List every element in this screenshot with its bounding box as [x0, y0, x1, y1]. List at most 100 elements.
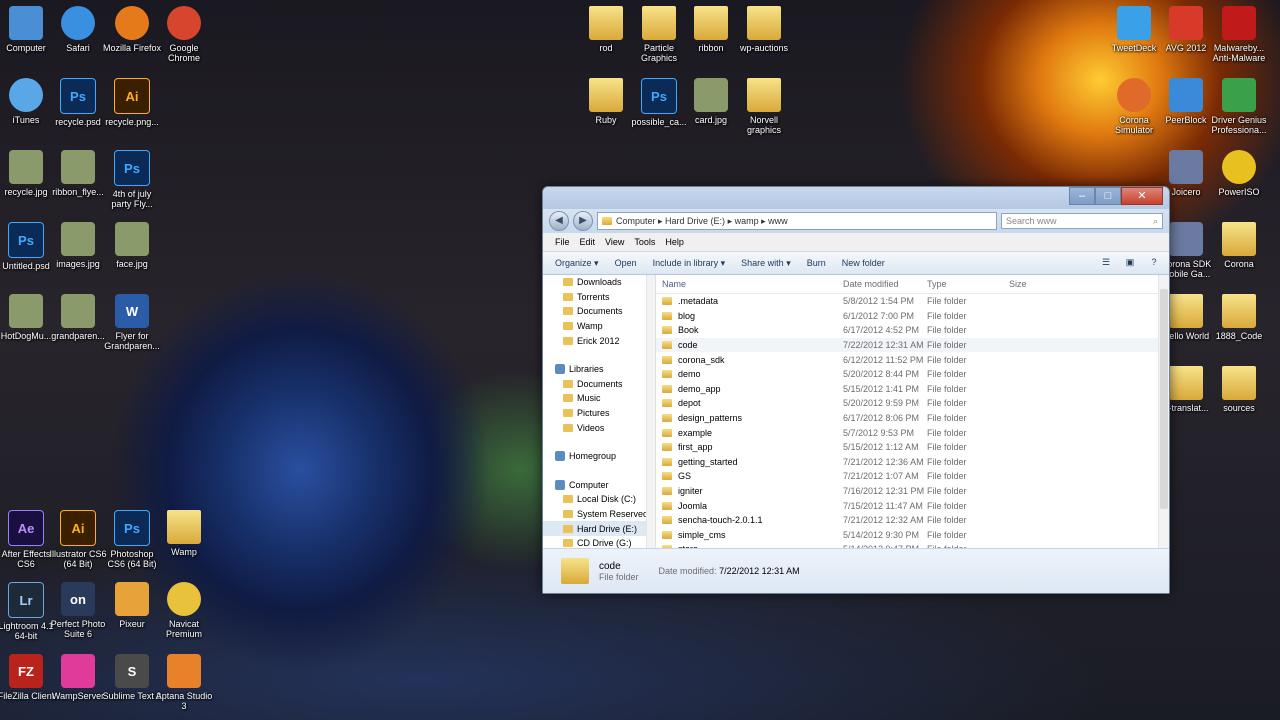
- desktop-shortcut[interactable]: Safari: [48, 6, 108, 53]
- desktop-shortcut[interactable]: sources: [1209, 366, 1269, 413]
- desktop-shortcut[interactable]: Ai recycle.png...: [102, 78, 162, 127]
- desktop-shortcut[interactable]: S Sublime Text 2: [102, 654, 162, 701]
- table-row[interactable]: code 7/22/2012 12:31 AM File folder: [656, 337, 1169, 353]
- table-row[interactable]: Joomla 7/15/2012 11:47 AM File folder: [656, 498, 1169, 513]
- column-type[interactable]: Type: [927, 279, 1009, 289]
- include-in-library-button[interactable]: Include in library ▾: [653, 258, 726, 269]
- nav-item-library[interactable]: Music: [543, 391, 655, 406]
- table-row[interactable]: Book 6/17/2012 4:52 PM File folder: [656, 323, 1169, 338]
- nav-item-favorite[interactable]: Torrents: [543, 290, 655, 305]
- desktop-shortcut[interactable]: Corona: [1209, 222, 1269, 269]
- share-with-button[interactable]: Share with ▾: [741, 258, 791, 269]
- maximize-button[interactable]: □: [1095, 187, 1121, 205]
- desktop-shortcut[interactable]: Google Chrome: [154, 6, 214, 63]
- nav-item-library[interactable]: Videos: [543, 420, 655, 435]
- desktop-shortcut[interactable]: wp-auctions: [734, 6, 794, 53]
- minimize-button[interactable]: –: [1069, 187, 1095, 205]
- desktop-shortcut[interactable]: Wamp: [154, 510, 214, 557]
- desktop-shortcut[interactable]: Navicat Premium: [154, 582, 214, 639]
- back-button[interactable]: ◀: [549, 211, 569, 231]
- column-date[interactable]: Date modified: [843, 279, 927, 289]
- search-input[interactable]: Search www ⌕: [1001, 213, 1163, 229]
- breadcrumb-item[interactable]: www: [768, 216, 788, 226]
- nav-item-computer[interactable]: Computer: [543, 478, 655, 493]
- close-button[interactable]: ✕: [1121, 187, 1163, 205]
- desktop-shortcut[interactable]: grandparen...: [48, 294, 108, 341]
- table-row[interactable]: sencha-touch-2.0.1.1 7/21/2012 12:32 AM Fi…: [656, 513, 1169, 528]
- desktop-shortcut[interactable]: Mozilla Firefox: [102, 6, 162, 53]
- desktop-shortcut[interactable]: Ps Photoshop CS6 (64 Bit): [102, 510, 162, 569]
- nav-item-drive[interactable]: Local Disk (C:): [543, 492, 655, 507]
- table-row[interactable]: igniter 7/16/2012 12:31 PM File folder: [656, 484, 1169, 499]
- forward-button[interactable]: ▶: [573, 211, 593, 231]
- nav-item-favorite[interactable]: Documents: [543, 304, 655, 319]
- organize-button[interactable]: Organize ▾: [555, 258, 599, 269]
- desktop-shortcut[interactable]: on Perfect Photo Suite 6: [48, 582, 108, 639]
- desktop-shortcut[interactable]: Ps 4th of july party Fly...: [102, 150, 162, 209]
- desktop-shortcut[interactable]: images.jpg: [48, 222, 108, 269]
- table-row[interactable]: simple_cms 5/14/2012 9:30 PM File folder: [656, 528, 1169, 543]
- table-row[interactable]: demo 5/20/2012 8:44 PM File folder: [656, 367, 1169, 382]
- table-row[interactable]: demo_app 5/15/2012 1:41 PM File folder: [656, 382, 1169, 397]
- table-row[interactable]: .metadata 5/8/2012 1:54 PM File folder: [656, 294, 1169, 309]
- desktop-shortcut[interactable]: Norvell graphics: [734, 78, 794, 135]
- desktop-shortcut[interactable]: W Flyer for Grandparen...: [102, 294, 162, 351]
- column-name[interactable]: Name: [656, 279, 843, 289]
- menu-file[interactable]: File: [555, 237, 570, 247]
- table-row[interactable]: example 5/7/2012 9:53 PM File folder: [656, 425, 1169, 440]
- table-row[interactable]: design_patterns 6/17/2012 8:06 PM File fol…: [656, 411, 1169, 426]
- explorer-window[interactable]: – □ ✕ ◀ ▶ Computer ▸ Hard Drive (E:) ▸ w…: [542, 186, 1170, 594]
- desktop-shortcut[interactable]: 1888_Code: [1209, 294, 1269, 341]
- title-bar[interactable]: – □ ✕: [543, 187, 1169, 209]
- nav-item-drive[interactable]: Hard Drive (E:): [543, 521, 655, 536]
- nav-item-library[interactable]: Documents: [543, 377, 655, 392]
- nav-item-favorite[interactable]: Erick 2012: [543, 333, 655, 348]
- desktop-shortcut[interactable]: Aptana Studio 3: [154, 654, 214, 711]
- menu-tools[interactable]: Tools: [634, 237, 655, 247]
- burn-button[interactable]: Burn: [807, 258, 826, 268]
- view-options-icon[interactable]: ☰: [1099, 255, 1113, 269]
- desktop-shortcut[interactable]: Driver Genius Professiona...: [1209, 78, 1269, 135]
- desktop-shortcut[interactable]: TweetDeck: [1104, 6, 1164, 53]
- desktop-shortcut[interactable]: PowerISO: [1209, 150, 1269, 197]
- desktop-shortcut[interactable]: Ps possible_ca...: [629, 78, 689, 127]
- breadcrumb-item[interactable]: Hard Drive (E:): [665, 216, 725, 226]
- help-icon[interactable]: ?: [1147, 255, 1161, 269]
- desktop-shortcut[interactable]: Ruby: [576, 78, 636, 125]
- desktop-shortcut[interactable]: Pixeur: [102, 582, 162, 629]
- desktop-shortcut[interactable]: Ps recycle.psd: [48, 78, 108, 127]
- desktop-shortcut[interactable]: AVG 2012: [1156, 6, 1216, 53]
- desktop-shortcut[interactable]: ribbon_flye...: [48, 150, 108, 197]
- desktop-shortcut[interactable]: face.jpg: [102, 222, 162, 269]
- nav-item-library[interactable]: Pictures: [543, 406, 655, 421]
- nav-item-libraries[interactable]: Libraries: [543, 362, 655, 377]
- table-row[interactable]: depot 5/20/2012 9:59 PM File folder: [656, 396, 1169, 411]
- menu-help[interactable]: Help: [665, 237, 684, 247]
- table-row[interactable]: blog 6/1/2012 7:00 PM File folder: [656, 309, 1169, 324]
- nav-item-favorite[interactable]: Wamp: [543, 319, 655, 334]
- table-row[interactable]: corona_sdk 6/12/2012 11:52 PM File folder: [656, 352, 1169, 367]
- breadcrumb-item[interactable]: wamp: [735, 216, 759, 226]
- desktop-shortcut[interactable]: Particle Graphics: [629, 6, 689, 63]
- breadcrumb-item[interactable]: Computer: [616, 216, 656, 226]
- desktop-shortcut[interactable]: card.jpg: [681, 78, 741, 125]
- desktop-shortcut[interactable]: PeerBlock: [1156, 78, 1216, 125]
- table-row[interactable]: getting_started 7/21/2012 12:36 AM File fo…: [656, 455, 1169, 470]
- open-button[interactable]: Open: [615, 258, 637, 268]
- desktop-shortcut[interactable]: WampServer: [48, 654, 108, 701]
- menu-view[interactable]: View: [605, 237, 624, 247]
- menu-edit[interactable]: Edit: [580, 237, 596, 247]
- nav-scrollbar[interactable]: [646, 275, 655, 549]
- desktop-shortcut[interactable]: Corona Simulator: [1104, 78, 1164, 135]
- nav-item-drive[interactable]: System Reserved: [543, 507, 655, 522]
- nav-item-homegroup[interactable]: Homegroup: [543, 449, 655, 464]
- preview-pane-icon[interactable]: ▣: [1123, 255, 1137, 269]
- list-scrollbar[interactable]: [1158, 275, 1169, 549]
- desktop-shortcut[interactable]: Ai Illustrator CS6 (64 Bit): [48, 510, 108, 569]
- column-size[interactable]: Size: [1009, 279, 1069, 289]
- address-bar[interactable]: Computer ▸ Hard Drive (E:) ▸ wamp ▸ www: [597, 212, 997, 230]
- new-folder-button[interactable]: New folder: [842, 258, 885, 268]
- table-row[interactable]: GS 7/21/2012 1:07 AM File folder: [656, 469, 1169, 484]
- table-row[interactable]: first_app 5/15/2012 1:12 AM File folder: [656, 440, 1169, 455]
- desktop-shortcut[interactable]: ribbon: [681, 6, 741, 53]
